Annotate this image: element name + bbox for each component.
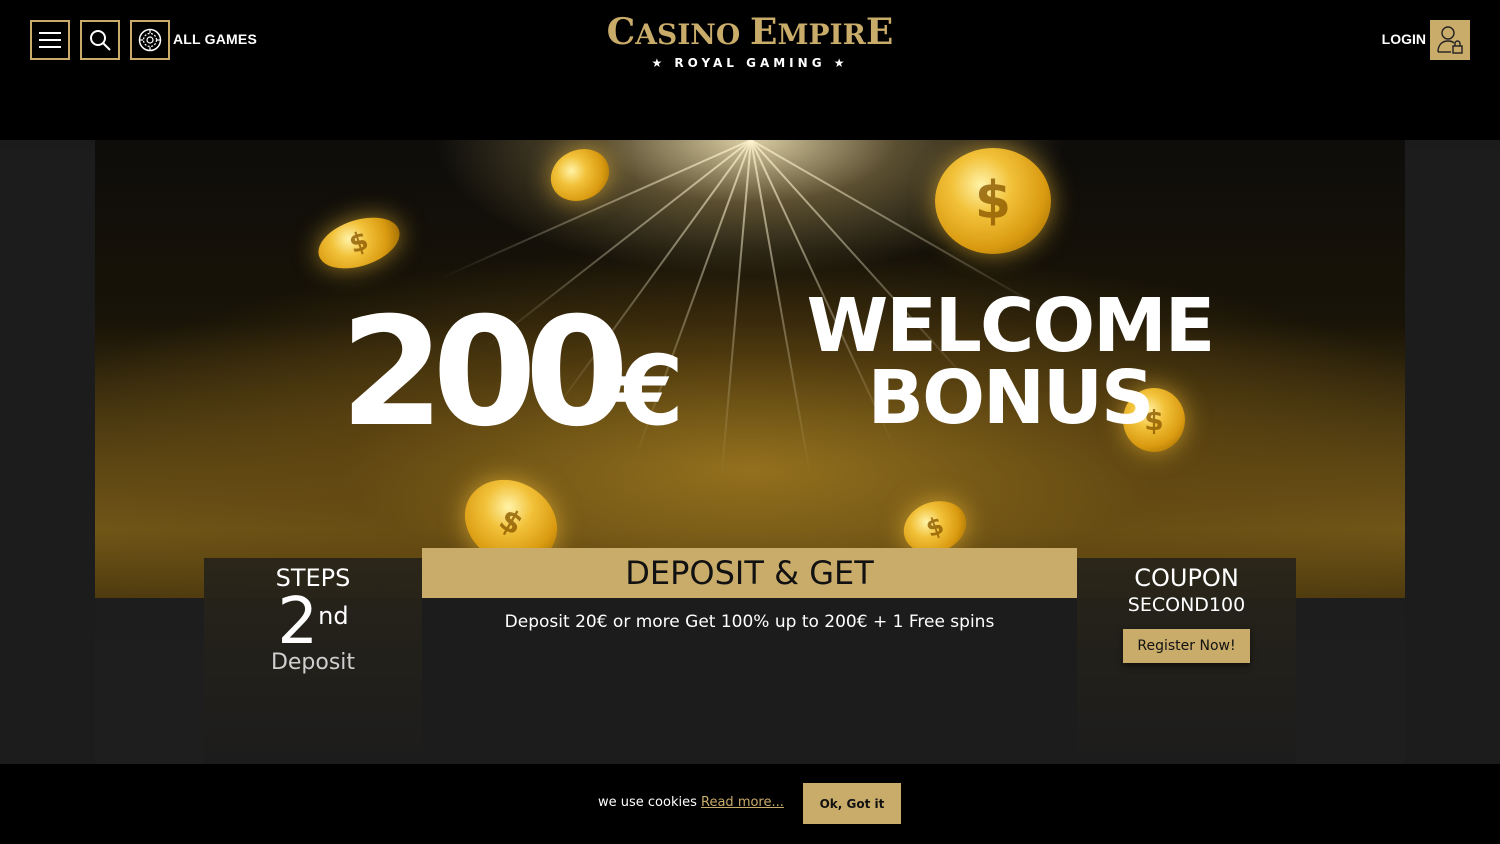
bonus-line: BONUS xyxy=(867,355,1155,441)
search-button[interactable] xyxy=(80,20,120,60)
light-ray xyxy=(720,140,752,479)
all-games-button[interactable] xyxy=(130,20,170,60)
cookie-message: we use cookies Read more... xyxy=(598,795,784,810)
login-label[interactable]: LOGIN xyxy=(1382,31,1426,47)
steps-number: 2 xyxy=(277,585,319,659)
logo-wordmark: CASINO EMPIRE xyxy=(600,14,900,53)
cookie-read-more-link[interactable]: Read more... xyxy=(701,795,784,810)
bonus-currency: € xyxy=(617,335,684,447)
side-panel-left xyxy=(0,146,95,764)
logo-text-part1: ASINO xyxy=(635,18,751,51)
coupon-title: COUPON xyxy=(1134,564,1239,592)
steps-suffix: nd xyxy=(318,602,349,630)
gold-coin-image: $ xyxy=(311,208,407,278)
gold-coin-image: $ xyxy=(935,148,1051,254)
coupon-panel: COUPON SECOND100 Register Now! xyxy=(1077,558,1296,764)
logo-letter-e: E xyxy=(750,11,778,53)
offer-panel: DEPOSIT & GET Deposit 20€ or more Get 10… xyxy=(422,548,1077,764)
welcome-bonus-banner[interactable]: $ $ $ $ $ 200€ WELCOME BONUS xyxy=(95,140,1405,598)
bonus-amount-value: 200 xyxy=(340,286,629,460)
side-panel-right xyxy=(1405,146,1500,764)
steps-panel: STEPS 2nd Deposit xyxy=(204,558,422,764)
logo-text-part2: MPIR xyxy=(777,18,866,51)
login-button[interactable] xyxy=(1430,20,1470,60)
gold-coin-image xyxy=(542,140,618,211)
logo-letter-c: C xyxy=(606,11,636,53)
cookie-consent-bar: we use cookies Read more... Ok, Got it xyxy=(0,764,1500,844)
site-header: ALL GAMES CASINO EMPIRE ★ ROYAL GAMING ★… xyxy=(0,0,1500,80)
all-games-label[interactable]: ALL GAMES xyxy=(173,31,257,47)
bonus-amount: 200€ xyxy=(340,298,684,466)
register-now-button[interactable]: Register Now! xyxy=(1123,629,1250,663)
steps-subtitle: Deposit xyxy=(270,650,356,675)
logo-tagline: ★ ROYAL GAMING ★ xyxy=(651,56,849,70)
menu-button[interactable] xyxy=(30,20,70,60)
user-lock-icon xyxy=(1437,26,1463,54)
logo-letter-e2: E xyxy=(865,11,894,53)
promo-section: $ $ $ $ $ 200€ WELCOME BONUS STEPS 2nd D… xyxy=(0,140,1500,764)
welcome-bonus-title: WELCOME BONUS xyxy=(795,283,1225,441)
steps-number-row: 2nd xyxy=(204,585,422,659)
search-icon xyxy=(90,30,111,51)
offer-heading: DEPOSIT & GET xyxy=(422,548,1077,598)
menu-icon xyxy=(39,32,61,48)
roulette-chip-icon xyxy=(138,28,162,52)
offer-description: Deposit 20€ or more Get 100% up to 200€ … xyxy=(504,612,995,632)
cookie-text: we use cookies xyxy=(598,795,702,810)
welcome-line: WELCOME xyxy=(806,283,1216,369)
cookie-accept-button[interactable]: Ok, Got it xyxy=(803,783,901,824)
casino-logo[interactable]: CASINO EMPIRE ★ ROYAL GAMING ★ xyxy=(600,14,900,70)
coupon-code: SECOND100 xyxy=(1127,594,1246,616)
